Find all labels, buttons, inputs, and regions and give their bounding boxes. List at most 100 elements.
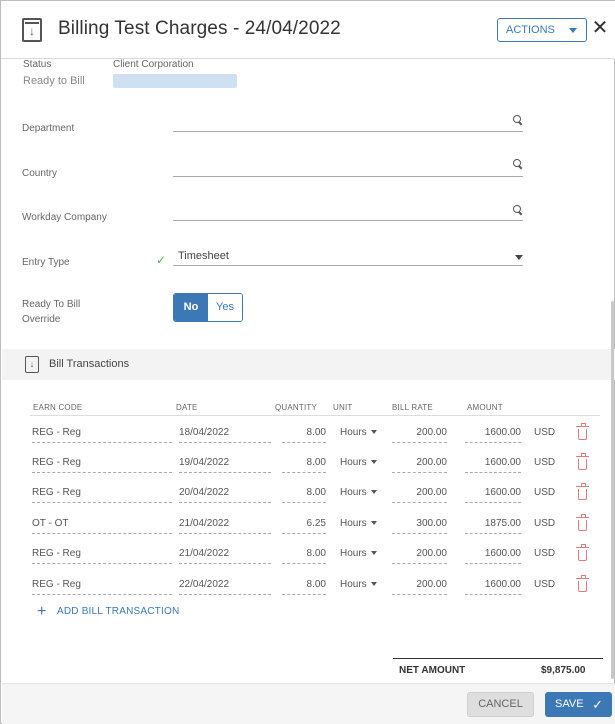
date-cell[interactable]: 20/04/2022 <box>179 486 271 503</box>
quantity-cell[interactable]: 6.25 <box>282 517 326 534</box>
check-icon: ✓ <box>592 697 603 712</box>
currency-label: USD <box>534 487 556 498</box>
country-field[interactable] <box>173 176 523 177</box>
cancel-button[interactable]: CANCEL <box>467 692 534 717</box>
quantity-cell[interactable]: 8.00 <box>282 486 326 503</box>
bill-rate-cell[interactable]: 200.00 <box>392 456 447 473</box>
client-corporation-value[interactable] <box>113 74 237 88</box>
document-download-icon: ↓ <box>25 356 39 373</box>
date-cell[interactable]: 18/04/2022 <box>179 426 271 443</box>
currency-label: USD <box>534 518 556 529</box>
ready-to-bill-override-toggle[interactable]: No Yes <box>173 293 243 322</box>
column-header-bill-rate: BILL RATE <box>392 403 433 412</box>
workday-company-field[interactable] <box>173 220 523 221</box>
entry-type-select[interactable] <box>173 265 523 266</box>
quantity-cell[interactable]: 8.00 <box>282 578 326 595</box>
net-amount-divider <box>393 658 603 659</box>
workday-company-label: Workday Company <box>22 212 107 223</box>
close-icon[interactable]: ✕ <box>591 17 609 39</box>
unit-value: Hours <box>340 487 367 498</box>
actions-dropdown-button[interactable]: ACTIONS <box>497 18 587 42</box>
status-value: Ready to Bill <box>23 75 85 87</box>
unit-select[interactable]: Hours <box>340 456 388 473</box>
unit-value: Hours <box>340 518 367 529</box>
billing-dialog: ↓ Billing Test Charges - 24/04/2022 ACTI… <box>0 0 615 724</box>
currency-label: USD <box>534 579 556 590</box>
chevron-down-icon <box>370 521 377 526</box>
quantity-cell[interactable]: 8.00 <box>282 426 326 443</box>
bill-rate-cell[interactable]: 200.00 <box>392 578 447 595</box>
column-header-amount: AMOUNT <box>467 403 503 412</box>
unit-select[interactable]: Hours <box>340 486 388 503</box>
earn-code-cell[interactable]: REG - Reg <box>32 426 172 443</box>
chevron-down-icon[interactable] <box>515 255 523 260</box>
save-label: SAVE <box>555 698 584 710</box>
ready-to-bill-override-label: Ready To Bill <box>22 299 81 310</box>
status-label: Status <box>23 59 52 70</box>
currency-label: USD <box>534 427 556 438</box>
unit-select[interactable]: Hours <box>340 578 388 595</box>
table-header-divider <box>30 415 600 416</box>
toggle-no[interactable]: No <box>174 294 208 321</box>
chevron-down-icon <box>370 430 377 435</box>
chevron-down-icon <box>370 490 377 495</box>
amount-cell[interactable]: 1600.00 <box>465 486 521 503</box>
trash-icon[interactable] <box>576 423 589 440</box>
document-download-icon: ↓ <box>22 18 42 42</box>
search-icon[interactable] <box>513 205 523 215</box>
unit-select[interactable]: Hours <box>340 517 388 534</box>
quantity-cell[interactable]: 8.00 <box>282 547 326 564</box>
earn-code-cell[interactable]: REG - Reg <box>32 456 172 473</box>
entry-type-value[interactable]: Timesheet <box>178 250 229 262</box>
unit-value: Hours <box>340 457 367 468</box>
amount-cell[interactable]: 1600.00 <box>465 456 521 473</box>
search-icon[interactable] <box>513 115 523 125</box>
date-cell[interactable]: 19/04/2022 <box>179 456 271 473</box>
unit-value: Hours <box>340 427 367 438</box>
scrollbar[interactable] <box>611 301 614 679</box>
search-icon[interactable] <box>513 159 523 169</box>
bill-rate-cell[interactable]: 200.00 <box>392 486 447 503</box>
bill-rate-cell[interactable]: 200.00 <box>392 426 447 443</box>
trash-icon[interactable] <box>576 453 589 470</box>
amount-cell[interactable]: 1600.00 <box>465 547 521 564</box>
column-header-quantity: QUANTITY <box>275 403 318 412</box>
bill-rate-cell[interactable]: 200.00 <box>392 547 447 564</box>
amount-cell[interactable]: 1875.00 <box>465 517 521 534</box>
trash-icon[interactable] <box>576 483 589 500</box>
amount-cell[interactable]: 1600.00 <box>465 426 521 443</box>
earn-code-cell[interactable]: REG - Reg <box>32 547 172 564</box>
column-header-date: DATE <box>176 403 198 412</box>
plus-icon[interactable]: + <box>37 604 46 620</box>
date-cell[interactable]: 22/04/2022 <box>179 578 271 595</box>
earn-code-cell[interactable]: REG - Reg <box>32 486 172 503</box>
country-label: Country <box>22 168 58 179</box>
client-corporation-label: Client Corporation <box>113 59 194 70</box>
add-bill-transaction-link[interactable]: ADD BILL TRANSACTION <box>57 606 179 617</box>
entry-type-label: Entry Type <box>22 257 70 268</box>
chevron-down-icon <box>370 582 377 587</box>
save-button[interactable]: SAVE ✓ <box>545 692 612 717</box>
earn-code-cell[interactable]: REG - Reg <box>32 578 172 595</box>
net-amount-label: NET AMOUNT <box>399 665 466 676</box>
column-header-unit: UNIT <box>333 403 353 412</box>
date-cell[interactable]: 21/04/2022 <box>179 547 271 564</box>
actions-label: ACTIONS <box>506 24 555 36</box>
unit-select[interactable]: Hours <box>340 426 388 443</box>
bill-transactions-title: Bill Transactions <box>49 358 130 370</box>
quantity-cell[interactable]: 8.00 <box>282 456 326 473</box>
unit-select[interactable]: Hours <box>340 547 388 564</box>
department-field[interactable] <box>173 131 523 132</box>
currency-label: USD <box>534 548 556 559</box>
date-cell[interactable]: 21/04/2022 <box>179 517 271 534</box>
amount-cell[interactable]: 1600.00 <box>465 578 521 595</box>
toggle-yes[interactable]: Yes <box>208 294 242 321</box>
net-amount-value: $9,875.00 <box>541 665 586 676</box>
trash-icon[interactable] <box>576 544 589 561</box>
bill-rate-cell[interactable]: 300.00 <box>392 517 447 534</box>
earn-code-cell[interactable]: OT - OT <box>32 517 172 534</box>
trash-icon[interactable] <box>576 514 589 531</box>
chevron-down-icon <box>370 551 377 556</box>
trash-icon[interactable] <box>576 575 589 592</box>
status-band <box>2 56 615 100</box>
